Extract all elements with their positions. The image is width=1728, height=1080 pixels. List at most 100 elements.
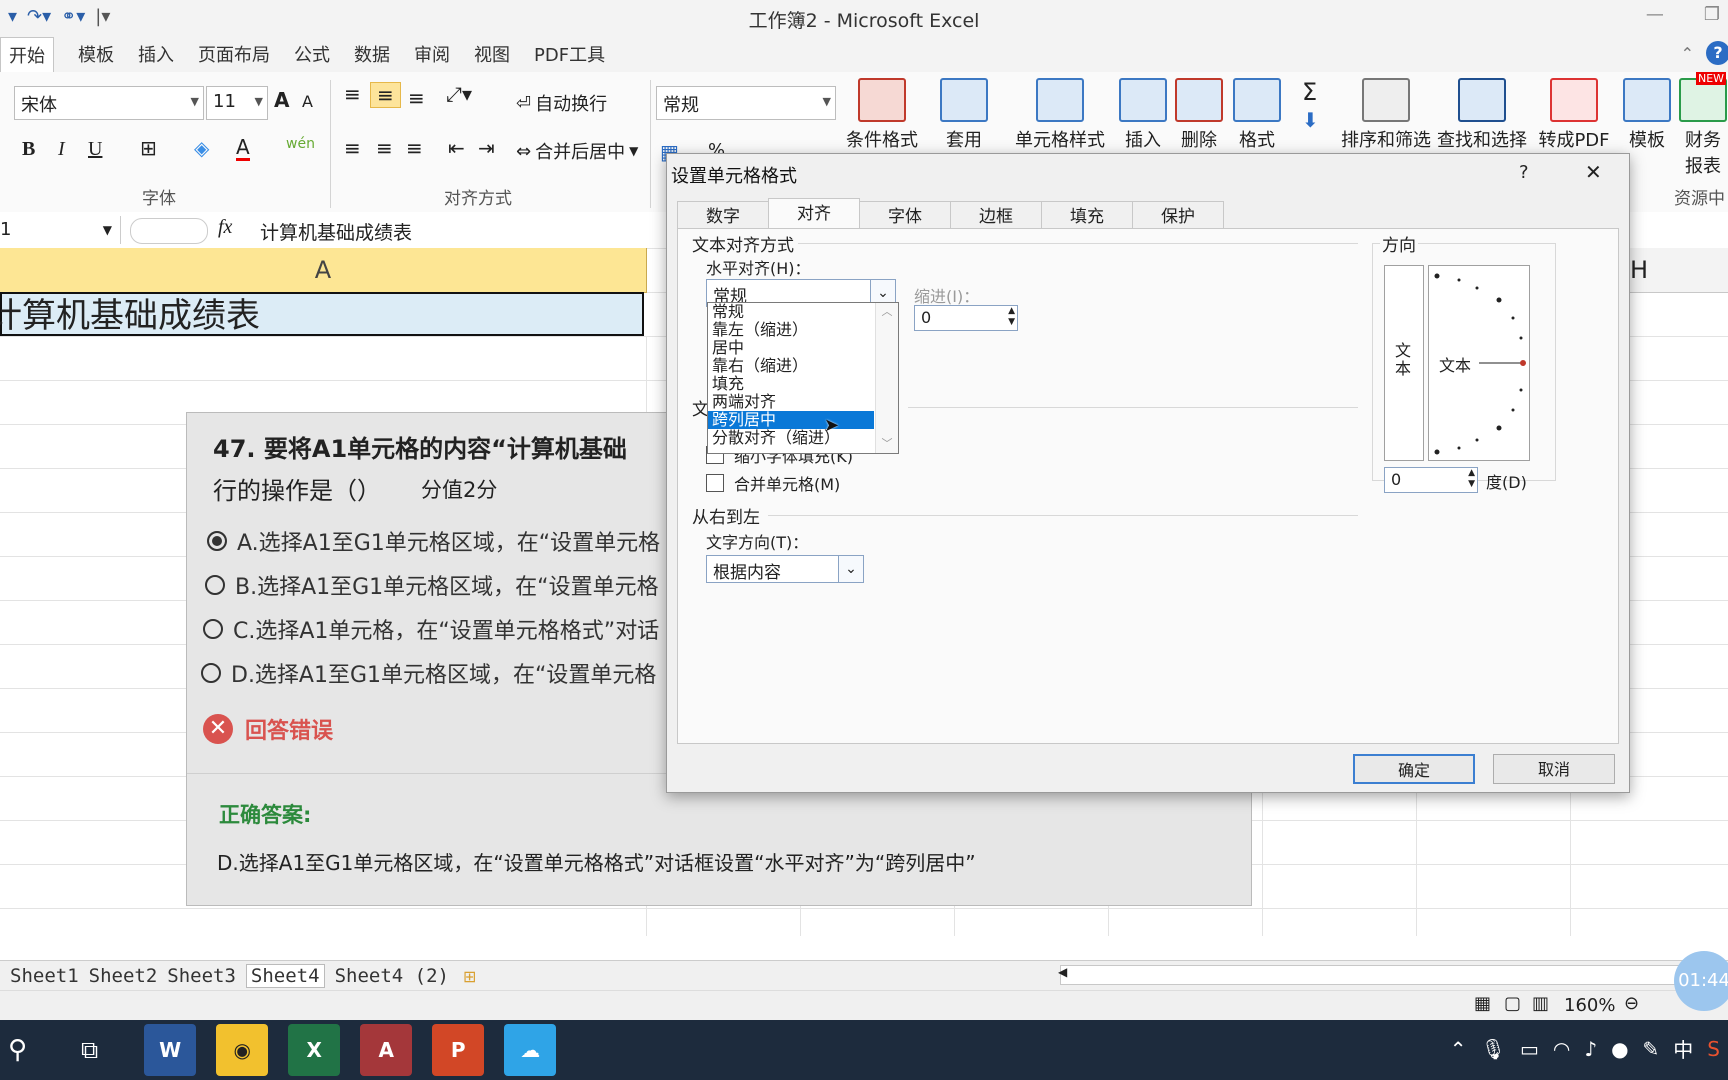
cancel-button[interactable]: 取消	[1493, 754, 1615, 784]
border-icon[interactable]: ⊞	[140, 136, 157, 160]
tab-template[interactable]: 模板	[78, 41, 114, 67]
sheet-tab[interactable]: Sheet3	[167, 965, 236, 987]
tab-alignment[interactable]: 对齐	[768, 198, 860, 232]
autosum-button[interactable]: Σ	[1302, 78, 1317, 106]
font-size-combo[interactable]: 11 ▼	[206, 86, 268, 120]
phonetic-button[interactable]: wén	[286, 136, 315, 152]
align-right-icon[interactable]: ≡	[406, 136, 423, 160]
dropdown-option[interactable]: 两端对齐	[708, 393, 874, 411]
fill-down-icon[interactable]: ⬇	[1302, 108, 1319, 132]
horizontal-scrollbar[interactable]	[1060, 965, 1682, 985]
vertical-text-box[interactable]: 文本	[1384, 265, 1424, 461]
access-app-icon[interactable]: A	[360, 1024, 413, 1076]
formula-input[interactable]: 计算机基础成绩表	[260, 218, 412, 245]
wrap-text-button[interactable]: ⏎ 自动换行	[516, 90, 607, 116]
dropdown-option[interactable]: 靠右（缩进）	[708, 357, 874, 375]
align-middle-icon[interactable]: ≡	[370, 82, 401, 108]
align-center-icon[interactable]: ≡	[376, 136, 393, 160]
scroll-left-icon[interactable]: ◀	[1058, 965, 1067, 979]
zoom-level[interactable]: 160%	[1564, 995, 1615, 1016]
dialog-help-button[interactable]: ?	[1519, 162, 1529, 183]
search-icon[interactable]: ⚲	[8, 1035, 27, 1065]
dropdown-option[interactable]: 填充	[708, 375, 874, 393]
insert-cells-button[interactable]: 插入	[1116, 78, 1170, 152]
chevron-up-icon[interactable]: ⌃	[1450, 1037, 1467, 1061]
collapse-ribbon-icon[interactable]: ⌃	[1681, 44, 1694, 63]
table-format-button[interactable]: 套用	[928, 78, 1000, 152]
sheet-tab-active[interactable]: Sheet4	[245, 964, 325, 988]
finance-report-button[interactable]: 财务 报表	[1678, 78, 1728, 178]
restore-icon[interactable]: ❐	[1704, 4, 1720, 25]
spinner-arrows-icon[interactable]: ▲ ▼	[1468, 468, 1475, 490]
chevron-down-icon[interactable]: ⌄	[838, 555, 864, 583]
align-top-icon[interactable]: ≡	[344, 82, 361, 106]
word-app-icon[interactable]: W	[144, 1024, 197, 1076]
dialog-close-button[interactable]: ✕	[1585, 160, 1602, 184]
template-button[interactable]: 模板	[1622, 78, 1672, 152]
ok-button[interactable]: 确定	[1353, 754, 1475, 784]
text-direction-select[interactable]: 根据内容 ⌄	[706, 555, 864, 583]
format-cells-button[interactable]: 格式	[1230, 78, 1284, 152]
delete-cells-button[interactable]: 删除	[1172, 78, 1226, 152]
conditional-format-button[interactable]: 条件格式	[844, 78, 920, 152]
increase-indent-icon[interactable]: ⇥	[478, 136, 495, 160]
excel-app-icon[interactable]: X	[288, 1024, 341, 1076]
indent-spinner[interactable]: 0 ▲ ▼	[914, 305, 1018, 331]
dropdown-option[interactable]: 居中	[708, 339, 874, 357]
qq-app-icon[interactable]: ◉	[216, 1024, 269, 1076]
tab-pdf-tools[interactable]: PDF工具	[534, 41, 605, 67]
decrease-indent-icon[interactable]: ⇤	[448, 136, 465, 160]
tab-home[interactable]: 开始	[0, 36, 54, 72]
page-break-view-icon[interactable]: ▥	[1532, 993, 1549, 1014]
page-layout-view-icon[interactable]: ▢	[1504, 993, 1521, 1014]
qq-tray-icon[interactable]: ●	[1611, 1037, 1628, 1061]
dropdown-option-selected[interactable]: 跨列居中	[708, 411, 874, 429]
insert-function-button[interactable]: fx	[218, 216, 232, 239]
new-sheet-icon[interactable]: ⊞	[463, 967, 476, 986]
powerpoint-app-icon[interactable]: P	[432, 1024, 485, 1076]
degrees-spinner[interactable]: 0 ▲ ▼	[1384, 467, 1478, 493]
tab-page-layout[interactable]: 页面布局	[198, 41, 270, 67]
scroll-up-icon[interactable]: ︿	[876, 303, 898, 319]
normal-view-icon[interactable]: ▦	[1474, 993, 1491, 1014]
scroll-down-icon[interactable]: ﹀	[876, 435, 898, 451]
tab-insert[interactable]: 插入	[138, 41, 174, 67]
italic-button[interactable]: I	[58, 138, 65, 161]
formula-cancel-enter[interactable]	[130, 218, 208, 244]
dropdown-option[interactable]: 常规	[708, 303, 874, 321]
shrink-font-button[interactable]: A	[302, 92, 313, 111]
dropdown-scrollbar[interactable]: ︿ ﹀	[875, 303, 898, 453]
orientation-icon[interactable]: ⤢▾	[446, 82, 472, 106]
to-pdf-button[interactable]: 转成PDF	[1538, 78, 1610, 152]
dropdown-option[interactable]: 分散对齐（缩进）	[708, 429, 874, 447]
volume-icon[interactable]: ♪	[1584, 1037, 1597, 1061]
align-left-icon[interactable]: ≡	[344, 136, 361, 160]
spinner-arrows-icon[interactable]: ▲ ▼	[1008, 306, 1015, 328]
tab-data[interactable]: 数据	[354, 41, 390, 67]
bold-button[interactable]: B	[22, 138, 35, 161]
battery-icon[interactable]: ▭	[1520, 1037, 1539, 1061]
number-format-combo[interactable]: 常规 ▼	[656, 86, 836, 120]
sheet-tab[interactable]: Sheet4 (2)	[335, 965, 449, 987]
sort-filter-button[interactable]: 排序和筛选	[1340, 78, 1432, 152]
align-bottom-icon[interactable]: ≡	[408, 86, 425, 110]
grow-font-button[interactable]: A	[274, 88, 289, 112]
minimize-icon[interactable]: —	[1646, 4, 1664, 25]
name-box[interactable]: 1 ▼	[0, 216, 121, 244]
sheet-tab[interactable]: Sheet2	[89, 965, 158, 987]
zoom-out-icon[interactable]: ⊖	[1624, 993, 1639, 1014]
help-icon[interactable]: ?	[1706, 41, 1728, 65]
cell-style-button[interactable]: 单元格样式	[1010, 78, 1110, 152]
find-select-button[interactable]: 查找和选择	[1436, 78, 1528, 152]
baidu-netdisk-icon[interactable]: ☁	[504, 1024, 557, 1076]
dropdown-option[interactable]: 靠左（缩进）	[708, 321, 874, 339]
sheet-tab[interactable]: Sheet1	[10, 965, 79, 987]
microphone-icon[interactable]: 🎙	[1481, 1037, 1506, 1061]
tab-review[interactable]: 审阅	[414, 41, 450, 67]
merge-center-button[interactable]: ⇔ 合并后居中 ▼	[516, 138, 638, 164]
orientation-dial[interactable]: 文本	[1428, 265, 1530, 461]
task-view-icon[interactable]: ⧉	[81, 1036, 98, 1064]
font-color-button[interactable]: A	[236, 136, 250, 161]
cell-a1[interactable]: 计算机基础成绩表	[0, 292, 644, 336]
pen-icon[interactable]: ✎	[1643, 1037, 1660, 1061]
